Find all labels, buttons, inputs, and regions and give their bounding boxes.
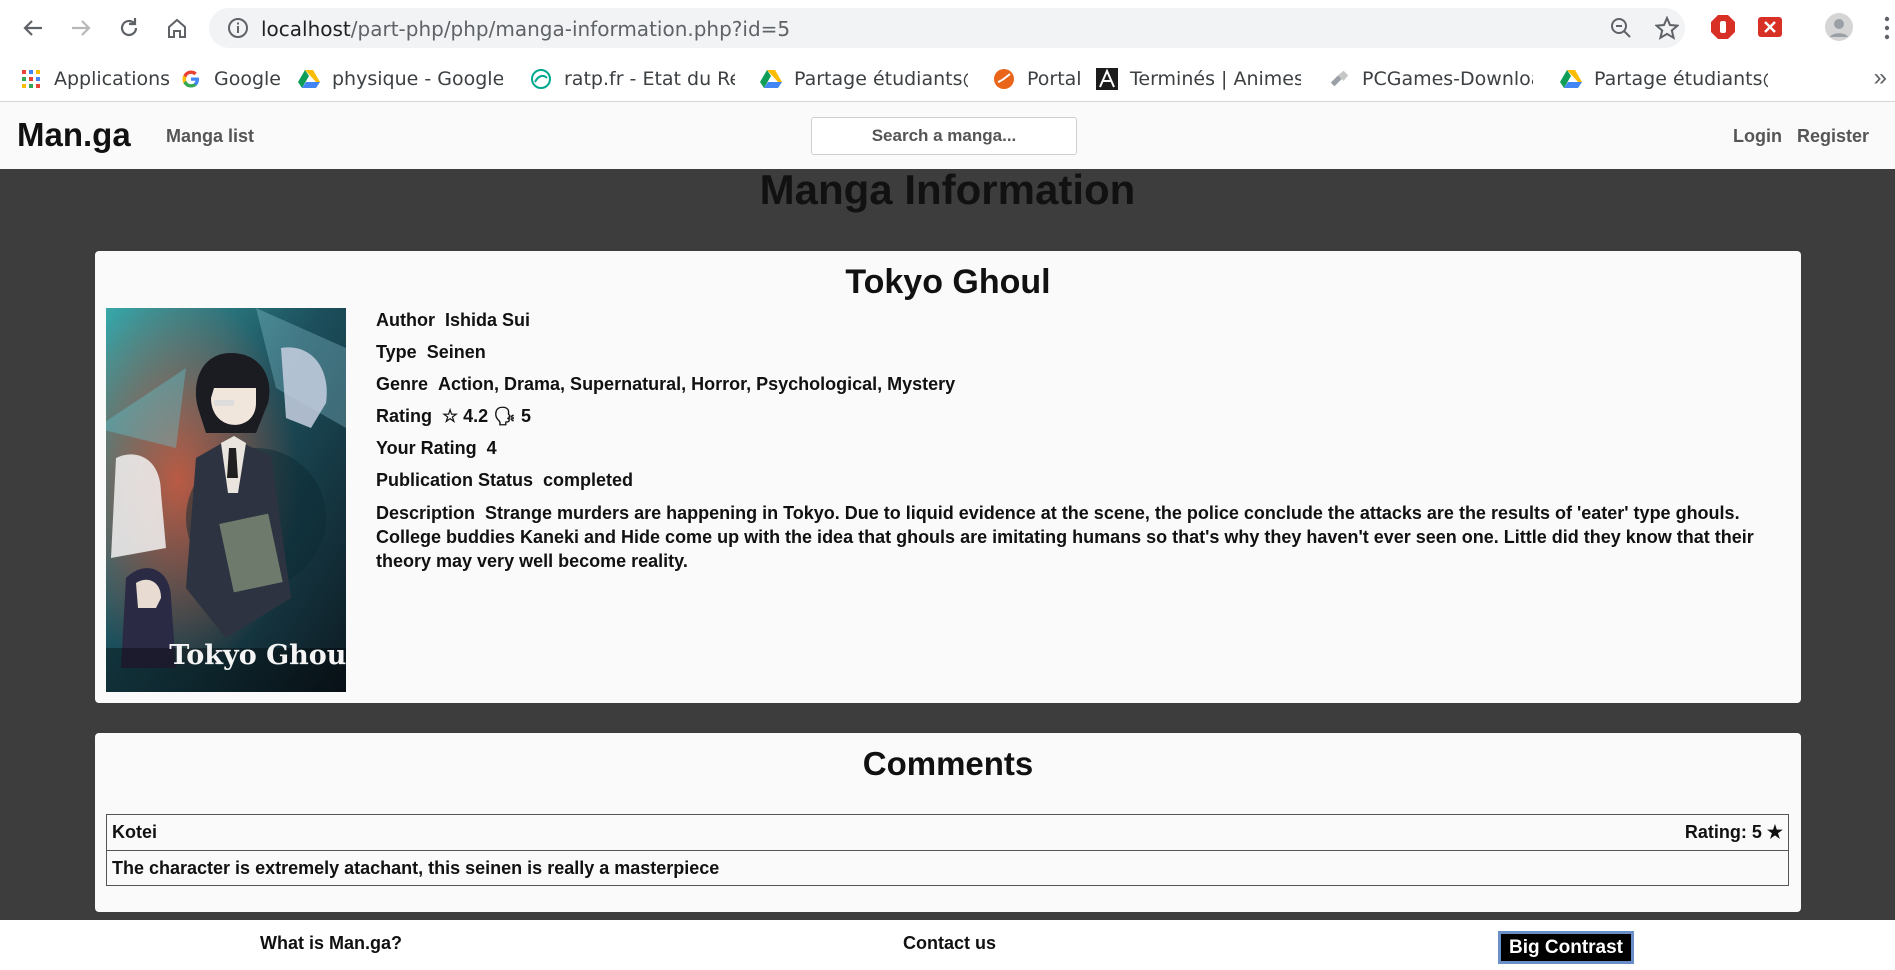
- big-contrast-button[interactable]: Big Contrast: [1498, 931, 1634, 964]
- comment-author: Kotei: [112, 822, 157, 842]
- bookmarks-overflow-button[interactable]: »: [1874, 64, 1887, 92]
- bookmark-label: ratp.fr - Etat du Résea: [564, 68, 735, 90]
- bookmark-label: Applications: [54, 68, 170, 90]
- bookmark-label: Terminés | Animes-M: [1130, 68, 1301, 90]
- bookmark-label: Portal: [1027, 68, 1082, 90]
- animes-icon: [1096, 68, 1118, 90]
- reload-button[interactable]: [111, 10, 147, 46]
- status-label: Publication Status: [376, 470, 534, 490]
- comment-body-row: The character is extremely atachant, thi…: [107, 850, 1788, 885]
- bookmark-star-icon[interactable]: [1654, 15, 1680, 45]
- nav-register[interactable]: Register: [1797, 126, 1869, 147]
- browser-toolbar: localhost/part-php/php/manga-information…: [0, 0, 1895, 56]
- comments-title: Comments: [862, 745, 1034, 782]
- footer-what-is-link[interactable]: What is Man.ga?: [260, 933, 402, 954]
- rating-value: ☆ 4.2 🗣 5: [442, 406, 532, 426]
- site-footer: What is Man.ga? Contact us Big Contrast: [0, 920, 1895, 970]
- back-button[interactable]: [15, 10, 51, 46]
- comment-text: The character is extremely atachant, thi…: [112, 857, 720, 878]
- apps-grid-icon: [20, 68, 42, 90]
- back-arrow-icon: [23, 20, 42, 36]
- url-host: localhost: [261, 17, 351, 41]
- site-info-icon[interactable]: [227, 17, 249, 44]
- rating-row: Rating ☆ 4.2 🗣 5: [376, 405, 1786, 437]
- pcgames-icon: [1328, 68, 1350, 90]
- bookmarks-bar: Applications Google physique - Google D …: [0, 56, 1895, 102]
- type-row: Type Seinen: [376, 341, 1786, 373]
- manga-title: Tokyo Ghoul: [845, 263, 1051, 301]
- manga-cover-image: Tokyo Ghoul: [106, 308, 346, 692]
- cover-title-text: Tokyo Ghoul: [169, 640, 346, 671]
- google-drive-icon: [298, 68, 320, 90]
- bookmark-portal[interactable]: Portal: [993, 66, 1103, 92]
- home-icon: [168, 18, 186, 38]
- type-label: Type: [376, 342, 417, 362]
- bookmark-google[interactable]: Google: [180, 66, 280, 92]
- bookmark-partage-etudiants-2[interactable]: Partage étudiants@E: [1560, 66, 1768, 92]
- bookmark-label: Partage étudiants@E: [794, 68, 968, 90]
- bookmark-animes[interactable]: Terminés | Animes-M: [1096, 66, 1301, 92]
- status-row: Publication Status completed: [376, 469, 1786, 501]
- type-value: Seinen: [426, 342, 486, 362]
- description-row: Description Strange murders are happening…: [376, 501, 1786, 571]
- your-rating-value: 4: [486, 438, 497, 458]
- bookmark-label: PCGames-Download: [1362, 68, 1533, 90]
- status-value: completed: [543, 470, 634, 490]
- url-path: /part-php/php/manga-information.php?id=5: [350, 17, 791, 41]
- bookmark-applications[interactable]: Applications: [20, 66, 170, 92]
- genre-row: Genre Action, Drama, Supernatural, Horror…: [376, 373, 1786, 405]
- zoom-icon[interactable]: [1609, 16, 1633, 45]
- bookmark-label: physique - Google D: [332, 68, 503, 90]
- menu-kebab-icon[interactable]: [1884, 16, 1890, 45]
- comment-header-row: Kotei Rating: 5 ★: [107, 815, 1788, 850]
- address-bar[interactable]: localhost/part-php/php/manga-information…: [209, 8, 1685, 48]
- bookmark-physique-drive[interactable]: physique - Google D: [298, 66, 503, 92]
- comments-card: Comments Kotei Rating: 5 ★ The character…: [95, 733, 1801, 912]
- google-drive-icon: [1560, 68, 1582, 90]
- footer-contact-link[interactable]: Contact us: [903, 933, 996, 954]
- bookmark-label: Google: [214, 68, 280, 90]
- your-rating-label: Your Rating: [376, 438, 477, 458]
- author-value: Ishida Sui: [444, 310, 531, 330]
- your-rating-row: Your Rating 4: [376, 437, 1786, 469]
- profile-avatar-icon[interactable]: [1824, 12, 1854, 47]
- author-row: Author Ishida Sui: [376, 309, 1786, 341]
- author-label: Author: [376, 310, 435, 330]
- manga-info-card: Tokyo Ghoul Tokyo Ghoul Author Ishida Su…: [95, 251, 1801, 703]
- forward-arrow-icon: [72, 20, 91, 36]
- bookmark-label: Partage étudiants@E: [1594, 68, 1768, 90]
- bookmark-ratp[interactable]: ratp.fr - Etat du Résea: [530, 66, 735, 92]
- site-header: Man.ga Manga list Login Register: [0, 102, 1895, 169]
- home-button[interactable]: [159, 10, 195, 46]
- description-value: Strange murders are happening in Tokyo. …: [376, 503, 1754, 571]
- google-drive-icon: [760, 68, 782, 90]
- portal-icon: [993, 68, 1015, 90]
- comment-table: Kotei Rating: 5 ★ The character is extre…: [106, 814, 1789, 886]
- site-logo[interactable]: Man.ga: [17, 116, 131, 154]
- bookmark-pcgames[interactable]: PCGames-Download: [1328, 66, 1533, 92]
- ratp-icon: [530, 68, 552, 90]
- rating-label: Rating: [376, 406, 432, 426]
- description-label: Description: [376, 503, 476, 523]
- adblock-extension-icon[interactable]: [1710, 14, 1736, 45]
- nav-manga-list[interactable]: Manga list: [166, 126, 254, 147]
- genre-value: Action, Drama, Supernatural, Horror, Psy…: [438, 374, 956, 394]
- reload-icon: [120, 18, 138, 37]
- close-extension-icon[interactable]: [1757, 14, 1783, 45]
- page-title: Manga Information: [759, 166, 1136, 213]
- google-icon: [180, 68, 202, 90]
- bookmark-partage-etudiants[interactable]: Partage étudiants@E: [760, 66, 968, 92]
- nav-login[interactable]: Login: [1733, 126, 1782, 147]
- comment-rating: Rating: 5 ★: [1684, 822, 1783, 842]
- forward-button[interactable]: [63, 10, 99, 46]
- manga-details: Author Ishida Sui Type Seinen Genre Action,…: [376, 309, 1786, 571]
- url-text: localhost/part-php/php/manga-information…: [261, 17, 790, 41]
- search-input[interactable]: [811, 117, 1077, 155]
- genre-label: Genre: [376, 374, 429, 394]
